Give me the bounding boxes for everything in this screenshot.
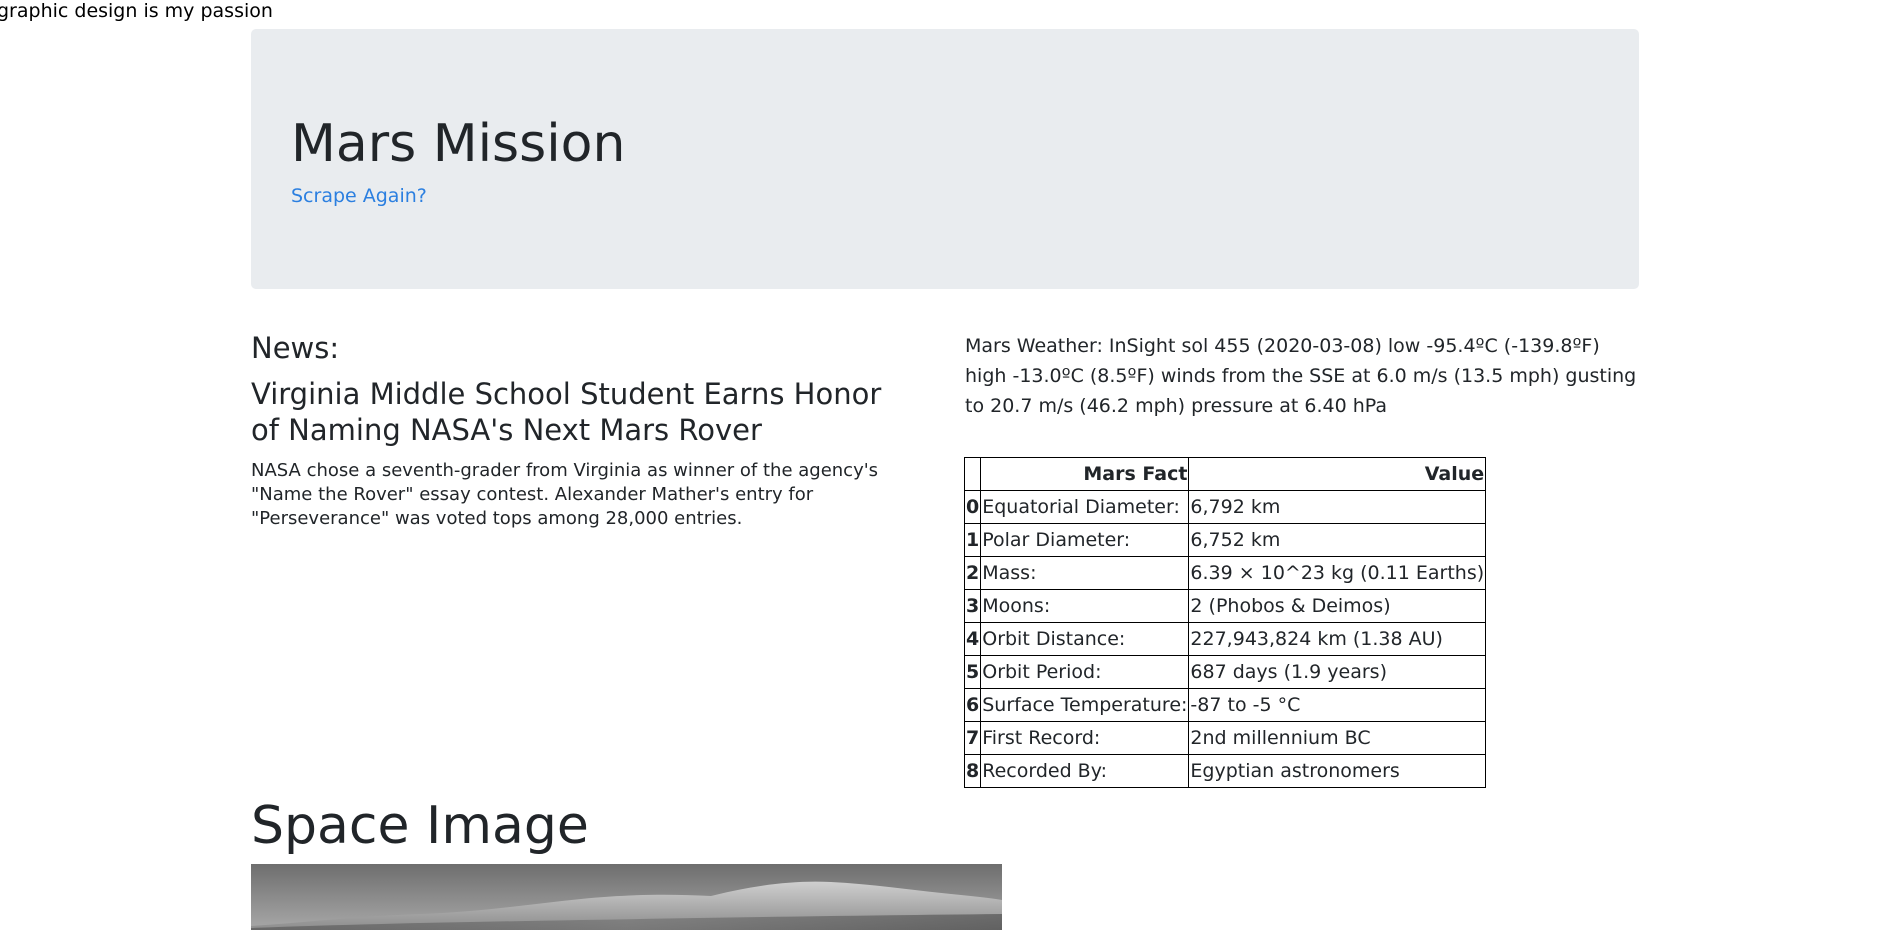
fact-cell: Polar Diameter: (980, 523, 1190, 557)
value-cell: -87 to -5 °C (1188, 688, 1487, 722)
row-index: 2 (963, 556, 982, 590)
fact-cell: Orbit Period: (980, 655, 1190, 689)
row-index: 3 (963, 589, 982, 623)
mars-fact-column-header: Mars Fact (980, 457, 1190, 491)
fact-cell: Equatorial Diameter: (980, 490, 1190, 524)
value-cell: 6,752 km (1188, 523, 1487, 557)
table-header-row: Mars Fact Value (963, 457, 1487, 491)
table-row: 2 Mass: 6.39 × 10^23 kg (0.11 Earths) (963, 556, 1487, 590)
value-cell: 6.39 × 10^23 kg (0.11 Earths) (1188, 556, 1487, 590)
page-title: Mars Mission (291, 114, 626, 174)
value-cell: Egyptian astronomers (1188, 754, 1487, 788)
page-tagline: graphic design is my passion (0, 0, 273, 22)
value-cell: 2nd millennium BC (1188, 721, 1487, 755)
fact-cell: Orbit Distance: (980, 622, 1190, 656)
news-heading: News: (251, 331, 340, 365)
row-index: 6 (963, 688, 982, 722)
row-index: 8 (963, 754, 982, 788)
fact-cell: Moons: (980, 589, 1190, 623)
news-paragraph: NASA chose a seventh-grader from Virgini… (251, 460, 879, 529)
table-row: 7 First Record: 2nd millennium BC (963, 721, 1487, 755)
scrape-again-link[interactable]: Scrape Again? (291, 184, 427, 208)
value-cell: 227,943,824 km (1.38 AU) (1188, 622, 1487, 656)
fact-cell: Recorded By: (980, 754, 1190, 788)
row-index: 5 (963, 655, 982, 689)
space-image-heading: Space Image (251, 796, 589, 856)
value-cell: 6,792 km (1188, 490, 1487, 524)
table-row: 4 Orbit Distance: 227,943,824 km (1.38 A… (963, 622, 1487, 656)
row-index: 4 (963, 622, 982, 656)
fact-cell: First Record: (980, 721, 1190, 755)
table-row: 6 Surface Temperature: -87 to -5 °C (963, 688, 1487, 722)
mars-landscape-image (251, 864, 1002, 930)
table-row: 0 Equatorial Diameter: 6,792 km (963, 490, 1487, 524)
row-index: 7 (963, 721, 982, 755)
jumbotron-header: Mars Mission Scrape Again? (251, 29, 1639, 289)
fact-cell: Mass: (980, 556, 1190, 590)
table-row: 3 Moons: 2 (Phobos & Deimos) (963, 589, 1487, 623)
news-title: Virginia Middle School Student Earns Hon… (251, 377, 882, 447)
value-cell: 2 (Phobos & Deimos) (1188, 589, 1487, 623)
table-row: 1 Polar Diameter: 6,752 km (963, 523, 1487, 557)
value-cell: 687 days (1.9 years) (1188, 655, 1487, 689)
table-row: 5 Orbit Period: 687 days (1.9 years) (963, 655, 1487, 689)
mars-facts-table: Mars Fact Value 0 Equatorial Diameter: 6… (963, 457, 1487, 788)
table-row: 8 Recorded By: Egyptian astronomers (963, 754, 1487, 788)
row-index: 1 (963, 523, 982, 557)
mars-weather: Mars Weather: InSight sol 455 (2020-03-0… (965, 335, 1637, 417)
fact-cell: Surface Temperature: (980, 688, 1190, 722)
index-column-header (963, 457, 982, 491)
value-column-header: Value (1188, 457, 1487, 491)
row-index: 0 (963, 490, 982, 524)
